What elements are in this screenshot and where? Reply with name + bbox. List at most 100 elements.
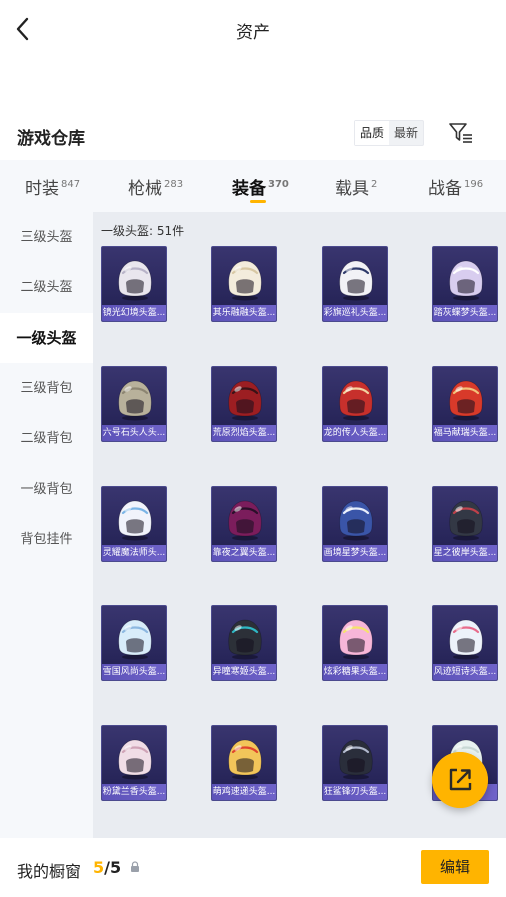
showcase-current: 5 — [93, 858, 105, 877]
item-card[interactable]: 异瞳寒姬头盔... — [211, 605, 277, 681]
item-name: 靠夜之翼头盔... — [212, 545, 276, 561]
page-title: 资产 — [236, 23, 270, 43]
helmet-icon — [228, 739, 262, 780]
tab-vehicles[interactable]: 载具 2 — [335, 174, 377, 199]
item-name: 狂鲨锋刃头盔... — [323, 784, 387, 800]
tab-count: 847 — [61, 179, 81, 190]
tab-equipment[interactable]: 装备 370 — [232, 174, 289, 203]
helmet-icon — [118, 739, 152, 780]
sidebar-item-backpack-charm[interactable]: 背包挂件 — [0, 515, 93, 565]
showcase-total: 5 — [109, 858, 122, 877]
sort-option-newest[interactable]: 最新 — [389, 121, 423, 145]
tab-supplies[interactable]: 战备 196 — [428, 174, 483, 199]
tab-label: 战备 — [428, 179, 462, 199]
showcase-label: 我的橱窗 — [17, 862, 82, 881]
sidebar-item-level3-helmet[interactable]: 三级头盔 — [0, 213, 93, 263]
item-grid: 一级头盔: 51件 镜光幻境头盔... 其乐融融头盔... 彩旗巡礼头盔... 踏灰蝶… — [93, 212, 506, 838]
item-name: 炫彩糖果头盔... — [323, 664, 387, 680]
item-name: 福马献瑞头盔... — [433, 425, 497, 441]
helmet-icon — [339, 500, 373, 541]
item-count-label: 一级头盔: 51件 — [101, 224, 185, 238]
item-name: 萌鸡速递头盔... — [212, 784, 276, 800]
showcase-count: 5/5 — [93, 858, 121, 877]
item-card[interactable]: 狂鲨锋刃头盔... — [322, 725, 388, 801]
showcase-bar: 我的橱窗 5/5 编辑 — [0, 838, 506, 897]
item-name: 镜光幻境头盔... — [102, 305, 166, 321]
tab-count: 283 — [164, 179, 184, 190]
tab-label: 装备 — [232, 179, 266, 199]
tab-label: 枪械 — [128, 179, 162, 199]
edit-button[interactable]: 编辑 — [421, 850, 489, 884]
item-name: 其乐融融头盔... — [212, 305, 276, 321]
share-button[interactable] — [432, 752, 488, 808]
helmet-icon — [449, 619, 483, 660]
sort-option-quality[interactable]: 品质 — [355, 121, 390, 145]
item-name: 灵耀魔法师头... — [102, 545, 166, 561]
item-card[interactable]: 福马献瑞头盔... — [432, 366, 498, 442]
item-card[interactable]: 星之彼岸头盔... — [432, 486, 498, 562]
helmet-icon — [228, 260, 262, 301]
helmet-icon — [339, 260, 373, 301]
tab-count: 370 — [268, 179, 289, 190]
item-card[interactable]: 荒原烈焰头盔... — [211, 366, 277, 442]
sidebar: 三级头盔 二级头盔 一级头盔 三级背包 二级背包 一级背包 背包挂件 — [0, 212, 93, 838]
item-card[interactable]: 龙的传人头盔... — [322, 366, 388, 442]
item-card[interactable]: 雪国风尚头盔... — [101, 605, 167, 681]
tab-count: 2 — [371, 179, 378, 190]
tab-count: 196 — [464, 179, 484, 190]
item-name: 龙的传人头盔... — [323, 425, 387, 441]
item-name: 异瞳寒姬头盔... — [212, 664, 276, 680]
sidebar-item-level2-helmet[interactable]: 二级头盔 — [0, 263, 93, 313]
item-card[interactable]: 踏灰蝶梦头盔... — [432, 246, 498, 322]
helmet-icon — [449, 260, 483, 301]
helmet-icon — [339, 739, 373, 780]
helmet-icon — [118, 619, 152, 660]
section-title: 游戏仓库 — [17, 129, 85, 149]
helmet-icon — [228, 619, 262, 660]
item-card[interactable]: 萌鸡速递头盔... — [211, 725, 277, 801]
helmet-icon — [339, 619, 373, 660]
tab-fashion[interactable]: 时装 847 — [25, 174, 80, 199]
helmet-icon — [118, 500, 152, 541]
sidebar-item-level1-backpack[interactable]: 一级背包 — [0, 465, 93, 515]
filter-icon[interactable] — [448, 122, 474, 144]
item-name: 星之彼岸头盔... — [433, 545, 497, 561]
item-name: 粉黛兰香头盔... — [102, 784, 166, 800]
item-name: 荒原烈焰头盔... — [212, 425, 276, 441]
helmet-icon — [228, 380, 262, 421]
item-card[interactable]: 画境星梦头盔... — [322, 486, 388, 562]
item-card[interactable]: 靠夜之翼头盔... — [211, 486, 277, 562]
helmet-icon — [339, 380, 373, 421]
lock-icon — [131, 861, 139, 872]
item-card[interactable]: 风迹短诗头盔... — [432, 605, 498, 681]
helmet-icon — [118, 380, 152, 421]
item-name: 彩旗巡礼头盔... — [323, 305, 387, 321]
item-card[interactable]: 粉黛兰香头盔... — [101, 725, 167, 801]
item-card[interactable]: 炫彩糖果头盔... — [322, 605, 388, 681]
helmet-icon — [449, 380, 483, 421]
tab-weapons[interactable]: 枪械 283 — [128, 174, 183, 199]
item-card[interactable]: 其乐融融头盔... — [211, 246, 277, 322]
helmet-icon — [228, 500, 262, 541]
helmet-icon — [118, 260, 152, 301]
helmet-icon — [449, 500, 483, 541]
tab-label: 时装 — [25, 179, 59, 199]
item-name: 风迹短诗头盔... — [433, 664, 497, 680]
item-card[interactable]: 灵耀魔法师头... — [101, 486, 167, 562]
sort-toggle: 品质 最新 — [354, 120, 425, 146]
item-card[interactable]: 彩旗巡礼头盔... — [322, 246, 388, 322]
category-tabs: 时装 847 枪械 283 装备 370 载具 2 战备 196 — [0, 160, 506, 212]
warehouse-header: 游戏仓库 品质 最新 — [0, 118, 506, 158]
item-name: 雪国风尚头盔... — [102, 664, 166, 680]
tab-label: 载具 — [335, 179, 369, 199]
item-name: 踏灰蝶梦头盔... — [433, 305, 497, 321]
item-card[interactable]: 六号石头人头... — [101, 366, 167, 442]
item-name: 画境星梦头盔... — [323, 545, 387, 561]
sidebar-item-level3-backpack[interactable]: 三级背包 — [0, 364, 93, 414]
item-card[interactable]: 镜光幻境头盔... — [101, 246, 167, 322]
sidebar-item-level2-backpack[interactable]: 二级背包 — [0, 414, 93, 464]
active-tab-indicator — [250, 200, 266, 203]
top-nav-bar: 资产 — [0, 0, 506, 60]
item-name: 六号石头人头... — [102, 425, 166, 441]
sidebar-item-level1-helmet[interactable]: 一级头盔 — [0, 313, 93, 363]
